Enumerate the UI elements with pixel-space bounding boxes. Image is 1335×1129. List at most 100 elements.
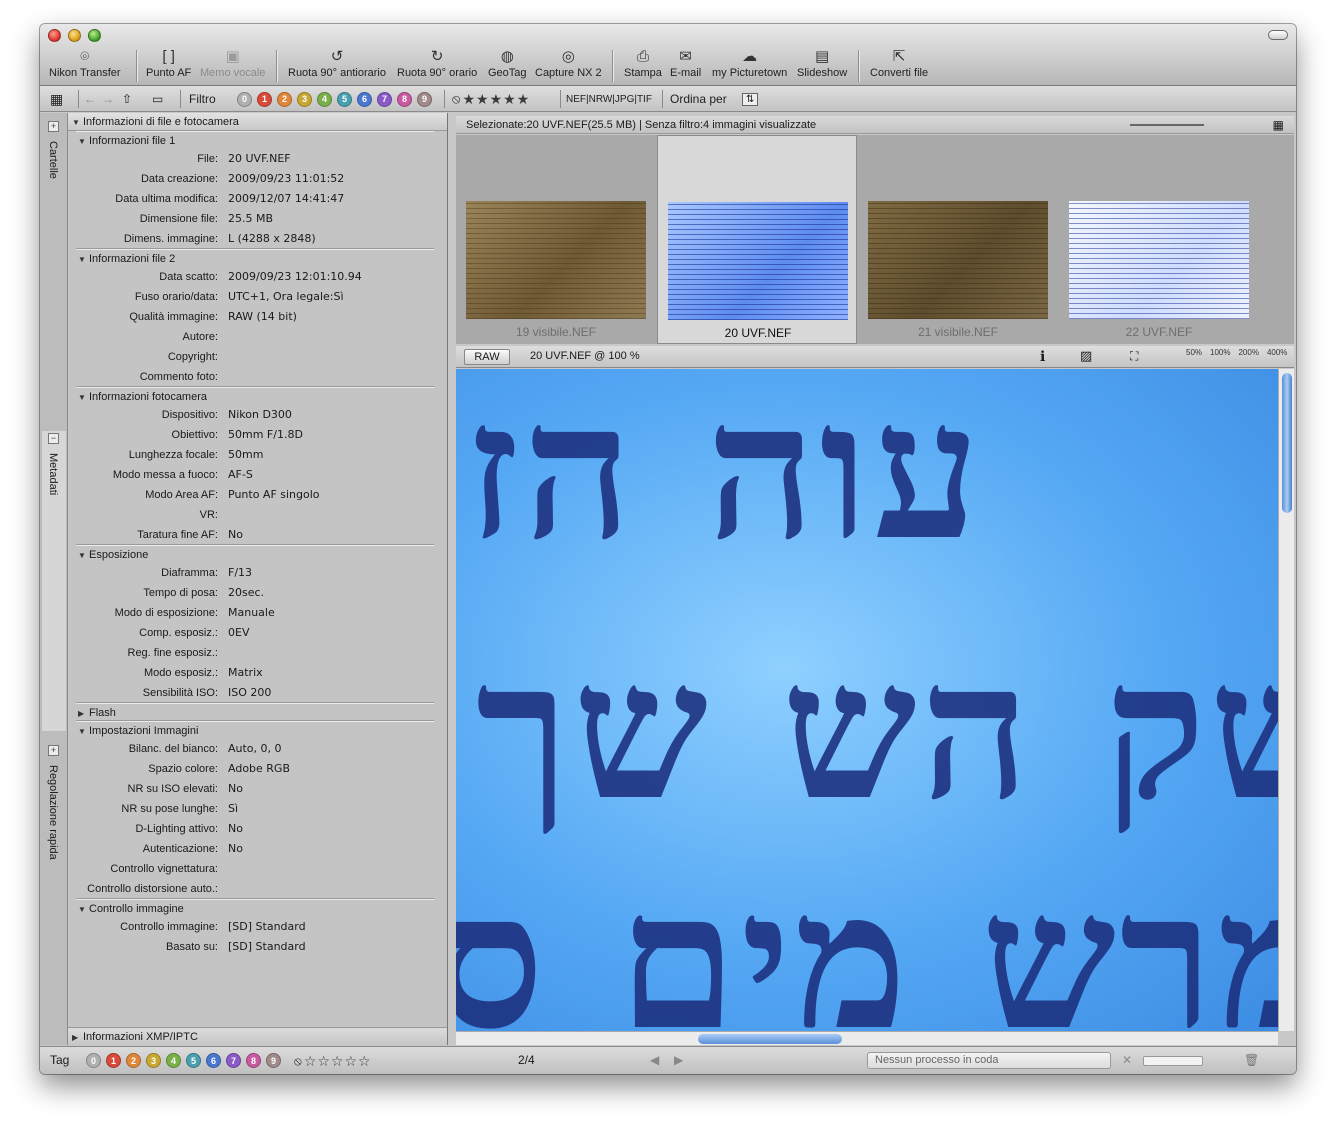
color-label-filters: 0123456789: [237, 91, 437, 107]
label-1-badge[interactable]: 1: [106, 1053, 121, 1068]
thumbnail-item[interactable]: 22 UVF.NEF: [1059, 135, 1259, 344]
metadata-row: Controllo immagine: [SD] Standard: [76, 917, 434, 937]
view-mode-button[interactable]: ▦: [50, 91, 63, 107]
back-button[interactable]: ←: [84, 91, 96, 107]
tab-folders[interactable]: + Cartelle: [42, 119, 66, 419]
filter-bar: ▦ ← → ⇧ ▭ Filtro 0123456789 ⦸ ★★★★★ NEF|N…: [40, 86, 1296, 112]
picturetown-button[interactable]: ☁ my Picturetown: [712, 48, 787, 84]
voice-memo-button[interactable]: ▣ Memo vocale: [200, 48, 265, 84]
metadata-group-title[interactable]: ▼ Informazioni file 2: [76, 249, 434, 267]
prev-image-button[interactable]: ◀: [650, 1053, 659, 1067]
slideshow-button[interactable]: ▤ Slideshow: [797, 48, 847, 84]
metadata-group-title[interactable]: ▼ Controllo immagine: [76, 899, 434, 917]
metadata-value: No: [228, 528, 243, 541]
nikon-transfer-button[interactable]: ⌾ Nikon Transfer: [49, 48, 121, 84]
up-folder-button[interactable]: ⇧: [122, 91, 132, 107]
forward-button[interactable]: →: [102, 91, 114, 107]
metadata-row: Obiettivo: 50mm F/1.8D: [76, 425, 434, 445]
zoom-button[interactable]: [88, 29, 101, 42]
label-0-badge[interactable]: 0: [86, 1053, 101, 1068]
toolbar-toggle-button[interactable]: [1268, 30, 1288, 40]
rotate-right-button[interactable]: ↻ Ruota 90° orario: [397, 48, 477, 84]
metadata-group-title[interactable]: ▼ Informazioni file 1: [76, 131, 434, 149]
rotate-left-button[interactable]: ↺ Ruota 90° antiorario: [288, 48, 386, 84]
thumbnail-item[interactable]: 21 visibile.NEF: [858, 135, 1058, 344]
label-2-badge[interactable]: 2: [126, 1053, 141, 1068]
metadata-row: File: 20 UVF.NEF: [76, 149, 434, 169]
label-9-badge[interactable]: 9: [266, 1053, 281, 1068]
histogram-icon[interactable]: ▨: [1080, 348, 1092, 364]
metadata-group-title[interactable]: ▼ Esposizione: [76, 545, 434, 563]
label-3-badge[interactable]: 3: [297, 91, 312, 107]
metadata-value: No: [228, 782, 243, 795]
label-4-badge[interactable]: 4: [166, 1053, 181, 1068]
preview-vertical-scrollbar[interactable]: [1278, 369, 1294, 1031]
preview-horizontal-scrollbar[interactable]: [456, 1031, 1278, 1045]
label-8-badge[interactable]: 8: [246, 1053, 261, 1068]
cancel-process-button[interactable]: ✕: [1122, 1053, 1132, 1067]
metadata-row: Data scatto: 2009/09/23 12:01:10.94: [76, 267, 434, 287]
tag-rating[interactable]: ⦸ ☆☆☆☆☆: [294, 1053, 372, 1070]
label-0-badge[interactable]: 0: [237, 91, 252, 107]
label-1-badge[interactable]: 1: [257, 91, 272, 107]
geotag-button[interactable]: ◍ GeoTag: [488, 48, 527, 84]
filter-separator: [560, 90, 561, 108]
minimize-button[interactable]: [68, 29, 81, 42]
info-icon[interactable]: ℹ: [1040, 348, 1045, 365]
label-6-badge[interactable]: 6: [357, 91, 372, 107]
convert-files-button[interactable]: ⇱ Converti file: [870, 48, 928, 84]
thumbnail-item[interactable]: 20 UVF.NEF: [657, 135, 857, 344]
metadata-group-title[interactable]: ▼ Informazioni fotocamera: [76, 387, 434, 405]
envelope-icon: ✉: [679, 48, 692, 65]
toolbar-separator: [858, 50, 859, 82]
trash-button[interactable]: 🗑: [1244, 1053, 1259, 1067]
metadata-row: Data ultima modifica: 2009/12/07 14:41:47: [76, 189, 434, 209]
tab-quick-adjust[interactable]: + Regolazione rapida: [42, 743, 66, 1043]
metadata-header[interactable]: ▼ Informazioni di file e fotocamera: [68, 113, 447, 131]
zoom-level[interactable]: 50%: [1186, 348, 1202, 357]
metadata-group-title[interactable]: ▼ Impostazioni Immagini: [76, 721, 434, 739]
metadata-value: 0EV: [228, 626, 250, 639]
close-button[interactable]: [48, 29, 61, 42]
label-5-badge[interactable]: 5: [186, 1053, 201, 1068]
thumbnail-item[interactable]: 19 visibile.NEF: [456, 135, 656, 344]
zoom-level[interactable]: 100%: [1210, 348, 1230, 357]
capture-nx-button[interactable]: ◎ Capture NX 2: [535, 48, 602, 84]
grid-options-icon[interactable]: ▦: [1273, 116, 1284, 134]
af-point-button[interactable]: [ ] Punto AF: [146, 48, 191, 84]
metadata-value: [228, 327, 434, 347]
image-preview[interactable]: עוה הז שק הש שך מרש מים ס: [456, 369, 1278, 1031]
label-8-badge[interactable]: 8: [397, 91, 412, 107]
metadata-key: VR:: [199, 509, 218, 521]
next-image-button[interactable]: ▶: [674, 1053, 683, 1067]
rating-filter[interactable]: ⦸ ★★★★★: [452, 91, 530, 107]
scroll-thumb[interactable]: [1282, 373, 1292, 513]
xmp-iptc-header[interactable]: ▶ Informazioni XMP/IPTC: [68, 1027, 447, 1045]
convert-icon: ⇱: [892, 48, 906, 65]
thumbnail-size-slider[interactable]: [1130, 124, 1204, 126]
fit-screen-icon[interactable]: ⛶: [1130, 349, 1138, 364]
print-button[interactable]: ⎙ Stampa: [624, 48, 662, 84]
tab-metadata[interactable]: − Metadati: [42, 431, 66, 731]
label-2-badge[interactable]: 2: [277, 91, 292, 107]
label-5-badge[interactable]: 5: [337, 91, 352, 107]
metadata-group-title[interactable]: ▶ Flash: [76, 703, 434, 721]
label-3-badge[interactable]: 3: [146, 1053, 161, 1068]
zoom-levels[interactable]: 50% 100% 200% 400%: [1186, 348, 1287, 357]
email-button[interactable]: ✉ E-mail: [670, 48, 701, 84]
format-filter[interactable]: NEF|NRW|JPG|TIF: [566, 91, 652, 107]
process-queue[interactable]: Nessun processo in coda: [867, 1052, 1111, 1069]
metadata-row: Comp. esposiz.: 0EV: [76, 623, 434, 643]
folder-menu-button[interactable]: ▭: [152, 91, 163, 107]
scroll-thumb[interactable]: [698, 1034, 842, 1044]
sort-menu-button[interactable]: ⇅: [742, 91, 759, 107]
label-4-badge[interactable]: 4: [317, 91, 332, 107]
label-7-badge[interactable]: 7: [377, 91, 392, 107]
raw-button[interactable]: RAW: [464, 349, 510, 365]
label-6-badge[interactable]: 6: [206, 1053, 221, 1068]
label-9-badge[interactable]: 9: [417, 91, 432, 107]
label-7-badge[interactable]: 7: [226, 1053, 241, 1068]
zoom-level[interactable]: 400%: [1267, 348, 1287, 357]
no-rating-icon: ⦸: [294, 1054, 302, 1068]
zoom-level[interactable]: 200%: [1238, 348, 1258, 357]
